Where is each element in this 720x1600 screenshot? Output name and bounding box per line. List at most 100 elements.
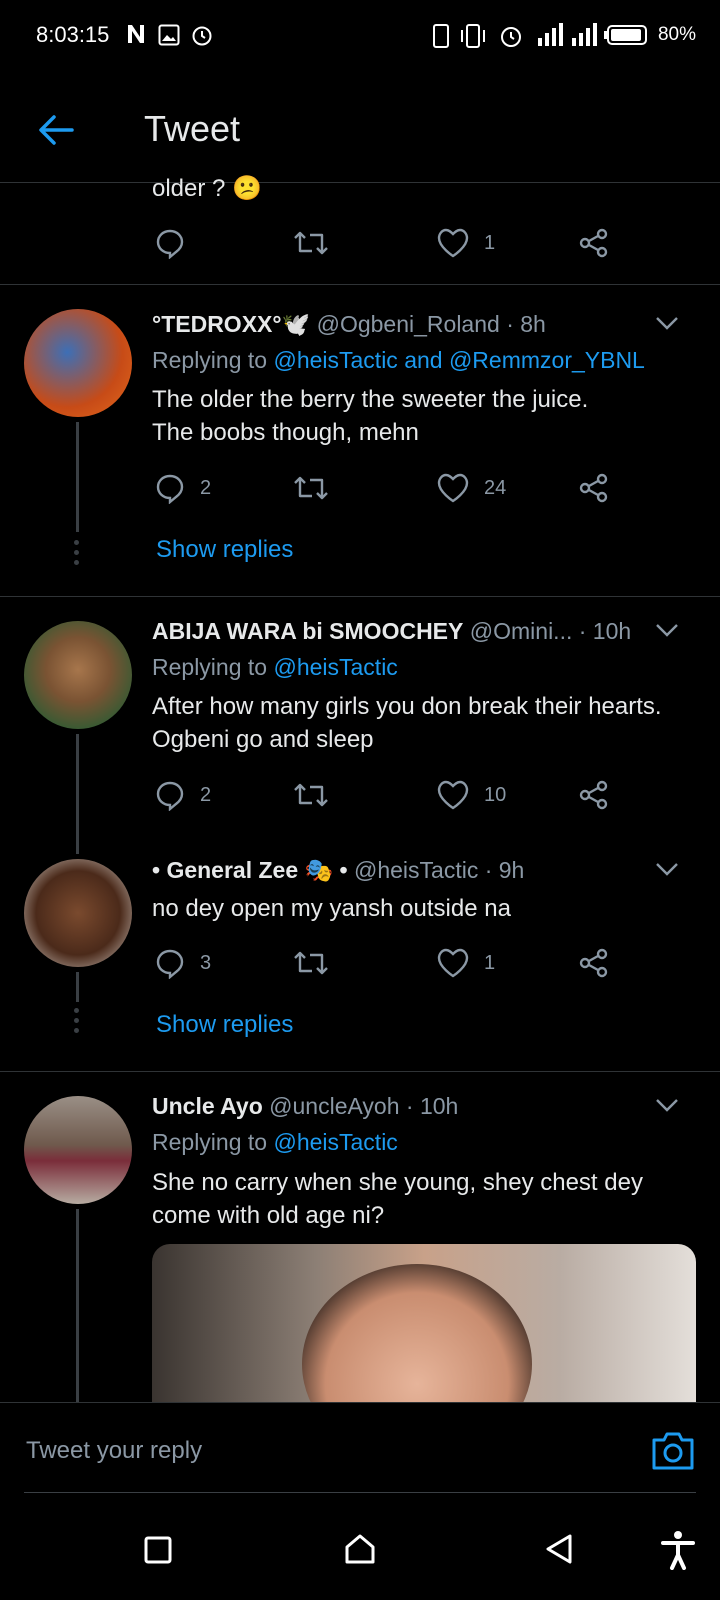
like-count: 1 (484, 951, 496, 974)
tweet-text-line: no dey open my yansh outside na (152, 895, 511, 922)
user-handle[interactable]: @uncleAyoh (269, 1093, 399, 1119)
show-replies-link[interactable]: Show replies (156, 536, 293, 564)
reply-count: 3 (200, 951, 212, 974)
chevron-down-icon[interactable] (654, 310, 680, 336)
recents-button[interactable] (144, 1536, 172, 1564)
like-button[interactable]: 1 (436, 946, 495, 980)
display-name[interactable]: ABIJA WARA bi SMOOCHEY (152, 618, 463, 644)
back-arrow-icon[interactable] (36, 110, 76, 150)
reply-icon (156, 229, 184, 259)
reply-count: 2 (200, 783, 212, 806)
user-handle[interactable]: @Omini... (470, 618, 573, 644)
replying-mentions[interactable]: @heisTactic and @Remmzor_YBNL (273, 347, 644, 373)
tweet-author-line: °TEDROXX°🕊️ @Ogbeni_Roland · 8h (152, 311, 546, 338)
back-button[interactable] (544, 1533, 574, 1565)
like-count: 10 (484, 783, 507, 806)
share-button[interactable] (578, 778, 610, 812)
replying-to-line: Replying to @heisTactic (152, 1129, 398, 1156)
display-name[interactable]: • General Zee 🎭 • (152, 857, 348, 883)
battery-icon (604, 24, 650, 46)
vibrate-icon (458, 22, 488, 50)
thread-line (76, 972, 79, 1002)
heart-icon (437, 780, 469, 810)
show-replies-link[interactable]: Show replies (156, 1011, 293, 1039)
gallery-icon (158, 24, 180, 46)
tweet-author-line: ABIJA WARA bi SMOOCHEY @Omini... · 10h (152, 618, 631, 645)
retweet-button[interactable] (292, 226, 330, 260)
share-icon (579, 473, 608, 503)
tweet-media-image[interactable] (152, 1244, 696, 1402)
avatar[interactable] (24, 309, 132, 417)
alarm-status-icon (498, 23, 524, 49)
like-count: 1 (484, 231, 496, 254)
reply-button[interactable]: 2 (154, 471, 211, 505)
tweet-time: · 8h (506, 311, 546, 337)
netflix-icon (124, 22, 148, 46)
tweet-time: · 9h (484, 857, 525, 883)
share-icon (579, 228, 608, 258)
alarm-icon (190, 23, 214, 47)
like-button[interactable]: 1 (436, 226, 495, 260)
user-handle[interactable]: @heisTactic (354, 857, 478, 883)
like-button[interactable]: 10 (436, 778, 506, 812)
reply-count: 2 (200, 476, 212, 499)
divider (0, 596, 720, 597)
share-button[interactable] (578, 226, 610, 260)
like-count: 24 (484, 476, 507, 499)
tweet-time: · 10h (405, 1093, 459, 1119)
tweet-text-line: Ogbeni go and sleep (152, 726, 374, 753)
reply-input[interactable] (24, 1424, 628, 1478)
tweet-author-line: • General Zee 🎭 • @heisTactic · 9h (152, 857, 524, 884)
retweet-button[interactable] (292, 778, 330, 812)
divider (0, 284, 720, 285)
replying-label: Replying to (152, 1129, 268, 1155)
thread-line (76, 1209, 79, 1402)
reply-button[interactable] (154, 226, 186, 260)
avatar[interactable] (24, 621, 132, 729)
reply-button[interactable]: 2 (154, 778, 211, 812)
display-name[interactable]: °TEDROXX°🕊️ (152, 311, 310, 337)
replying-mentions[interactable]: @heisTactic (273, 1129, 397, 1155)
heart-icon (437, 948, 469, 978)
heart-icon (437, 473, 469, 503)
avatar[interactable] (24, 1096, 132, 1204)
camera-icon[interactable] (650, 1430, 696, 1472)
chevron-down-icon[interactable] (654, 617, 680, 643)
tweet-time: · 10h (578, 618, 632, 644)
retweet-button[interactable] (292, 946, 330, 980)
retweet-icon (294, 783, 328, 807)
reply-icon (156, 949, 184, 979)
replying-mentions[interactable]: @heisTactic (273, 654, 397, 680)
reply-button[interactable]: 3 (154, 946, 211, 980)
share-icon (579, 780, 608, 810)
top-app-bar: Tweet (0, 72, 720, 183)
partial-tweet-text: older ? 😕 (152, 175, 262, 202)
battery-percent: 80% (657, 24, 696, 45)
status-bar: 8:03:15 80% (0, 0, 720, 72)
avatar[interactable] (24, 859, 132, 967)
tweet-text-line: After how many girls you don break their… (152, 693, 662, 720)
chevron-down-icon[interactable] (654, 856, 680, 882)
share-button[interactable] (578, 471, 610, 505)
replying-label: Replying to (152, 347, 268, 373)
display-name[interactable]: Uncle Ayo (152, 1093, 263, 1119)
divider (0, 1071, 720, 1072)
share-icon (579, 948, 608, 978)
chevron-down-icon[interactable] (654, 1092, 680, 1118)
tweet-text-line: The boobs though, mehn (152, 419, 419, 446)
user-handle[interactable]: @Ogbeni_Roland (317, 311, 500, 337)
retweet-button[interactable] (292, 471, 330, 505)
replying-label: Replying to (152, 654, 268, 680)
accessibility-icon[interactable] (660, 1530, 696, 1570)
like-button[interactable]: 24 (436, 471, 506, 505)
heart-icon (437, 228, 469, 258)
home-button[interactable] (344, 1533, 376, 1565)
replying-to-line: Replying to @heisTactic and @Remmzor_YBN… (152, 347, 645, 374)
reply-icon (156, 781, 184, 811)
status-time: 8:03:15 (36, 22, 110, 47)
retweet-icon (294, 951, 328, 975)
image-subject (302, 1264, 532, 1402)
signal-icon-1 (536, 22, 564, 48)
share-button[interactable] (578, 946, 610, 980)
tweet-text-line: She no carry when she young, shey chest … (152, 1169, 643, 1196)
